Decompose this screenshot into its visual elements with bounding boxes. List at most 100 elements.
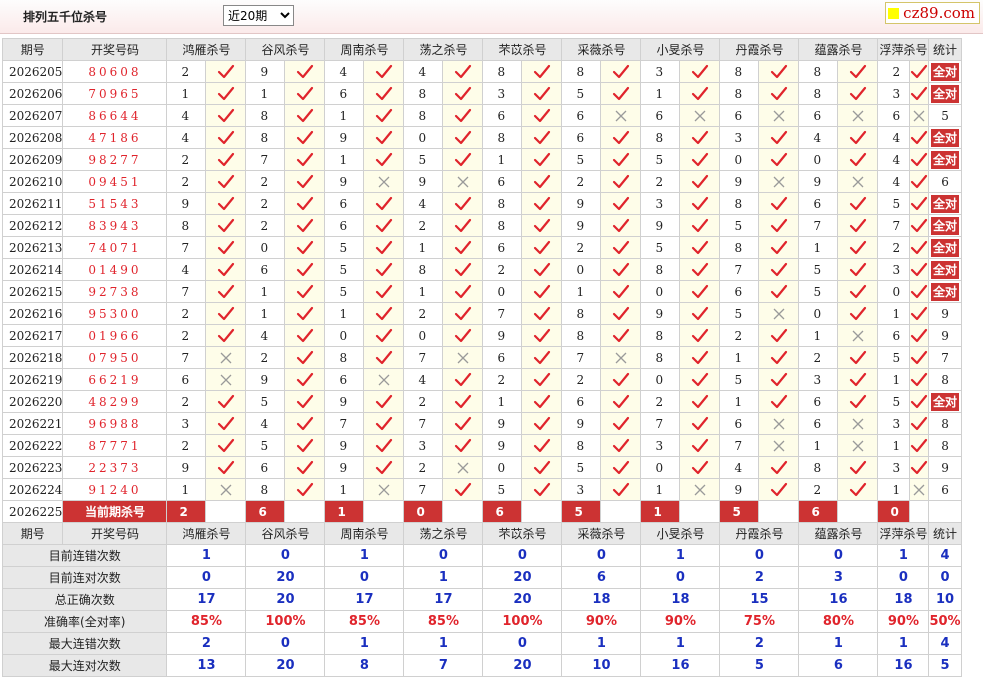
check-icon	[296, 306, 314, 320]
winning-number-cell: 01490	[62, 258, 168, 281]
result-mark-cell	[909, 170, 930, 193]
check-icon	[691, 460, 709, 474]
kill-number-cell: 0	[403, 324, 444, 347]
result-mark-cell	[758, 192, 800, 215]
result-mark-cell	[284, 390, 326, 413]
result-mark-cell	[679, 434, 721, 457]
result-mark-cell	[758, 412, 800, 435]
check-icon	[454, 196, 472, 210]
check-icon	[454, 240, 472, 254]
result-mark-cell	[442, 214, 484, 237]
kill-number-cell: 3	[403, 434, 444, 457]
result-mark-cell	[758, 82, 800, 105]
result-mark-cell	[442, 434, 484, 457]
result-mark-cell	[363, 346, 405, 369]
result-mark-cell	[909, 390, 930, 413]
summary-value: 1	[166, 544, 247, 567]
check-icon	[533, 372, 551, 386]
result-mark-cell	[837, 324, 879, 347]
check-icon	[375, 108, 393, 122]
kill-number-cell: 6	[877, 104, 911, 127]
winning-number-cell: 87771	[62, 434, 168, 457]
result-mark-cell	[363, 258, 405, 281]
winning-number-cell: 80608	[62, 60, 168, 83]
result-mark-cell	[679, 280, 721, 303]
kill-number-cell: 9	[798, 170, 839, 193]
current-kill-number: 0	[403, 500, 444, 523]
winning-number-cell: 09451	[62, 170, 168, 193]
current-kill-number: 6	[798, 500, 839, 523]
result-mark-cell	[521, 170, 563, 193]
check-icon	[375, 328, 393, 342]
check-icon	[533, 218, 551, 232]
kill-number-cell: 8	[798, 456, 839, 479]
check-icon	[296, 284, 314, 298]
summary-row: 目前连错次数 1 0 1 0 0 0 1 0 0 1 4	[1, 544, 962, 567]
winning-number-cell: 83943	[62, 214, 168, 237]
current-kill-number: 2	[166, 500, 207, 523]
result-mark-cell	[909, 214, 930, 237]
check-icon	[770, 328, 788, 342]
check-icon	[770, 64, 788, 78]
check-icon	[911, 240, 928, 254]
kill-number-cell: 2	[245, 192, 286, 215]
table-row: 2026218 07950 7 2 8 7 6 7 8 1 2 5 7	[1, 346, 962, 369]
result-mark-cell	[284, 434, 326, 457]
check-icon	[217, 86, 235, 100]
check-icon	[849, 262, 867, 276]
kill-number-cell: 3	[640, 192, 681, 215]
kill-number-cell: 9	[403, 170, 444, 193]
check-icon	[770, 196, 788, 210]
result-mark-cell	[600, 60, 642, 83]
result-mark-cell	[758, 324, 800, 347]
check-icon	[454, 306, 472, 320]
period-range-select[interactable]: 近20期	[223, 5, 294, 26]
summary-value: 0	[482, 632, 563, 655]
check-icon	[770, 350, 788, 364]
result-mark-cell	[600, 368, 642, 391]
kill-number-cell: 6	[245, 456, 286, 479]
check-icon	[911, 86, 928, 100]
kill-number-cell: 2	[166, 390, 207, 413]
result-mark-cell	[363, 390, 405, 413]
stat-cell: 6	[928, 478, 962, 501]
check-icon	[849, 240, 867, 254]
result-mark-cell	[363, 148, 405, 171]
period-cell: 2026208	[1, 126, 64, 149]
check-icon	[691, 64, 709, 78]
kill-number-cell: 2	[561, 368, 602, 391]
table-row: 2026219 66219 6 9 6 4 2 2 0 5 3 1 8	[1, 368, 962, 391]
stat-cell: 9	[928, 456, 962, 479]
check-icon	[612, 218, 630, 232]
page-title: 排列五千位杀号	[23, 10, 108, 24]
kill-number-cell: 6	[798, 104, 839, 127]
site-logo[interactable]: cz89.com	[885, 2, 980, 24]
kill-number-cell: 6	[482, 236, 523, 259]
kill-number-cell: 7	[166, 236, 207, 259]
result-mark-cell	[679, 82, 721, 105]
kill-number-cell: 0	[324, 324, 365, 347]
check-icon	[533, 130, 551, 144]
result-mark-cell	[363, 434, 405, 457]
winning-number-cell: 51543	[62, 192, 168, 215]
result-mark-cell	[600, 324, 642, 347]
all-correct-badge: 全对	[931, 150, 960, 169]
result-mark-cell	[837, 456, 879, 479]
check-icon	[296, 152, 314, 166]
header-cell: 周南杀号	[324, 38, 405, 61]
result-mark-cell	[442, 302, 484, 325]
result-mark-cell	[442, 126, 484, 149]
result-mark-cell	[363, 214, 405, 237]
winning-number-cell: 86644	[62, 104, 168, 127]
kill-number-cell: 8	[482, 60, 523, 83]
blank-cell	[363, 500, 405, 523]
kill-number-cell: 2	[877, 60, 911, 83]
winning-number-cell: 98277	[62, 148, 168, 171]
summary-label: 目前连对次数	[1, 566, 168, 589]
table-row: 2026222 87771 2 5 9 3 9 8 3 7 1 1 8	[1, 434, 962, 457]
result-mark-cell	[600, 104, 642, 127]
check-icon	[911, 306, 928, 320]
result-mark-cell	[284, 148, 326, 171]
result-mark-cell	[284, 104, 326, 127]
summary-label: 目前连错次数	[1, 544, 168, 567]
